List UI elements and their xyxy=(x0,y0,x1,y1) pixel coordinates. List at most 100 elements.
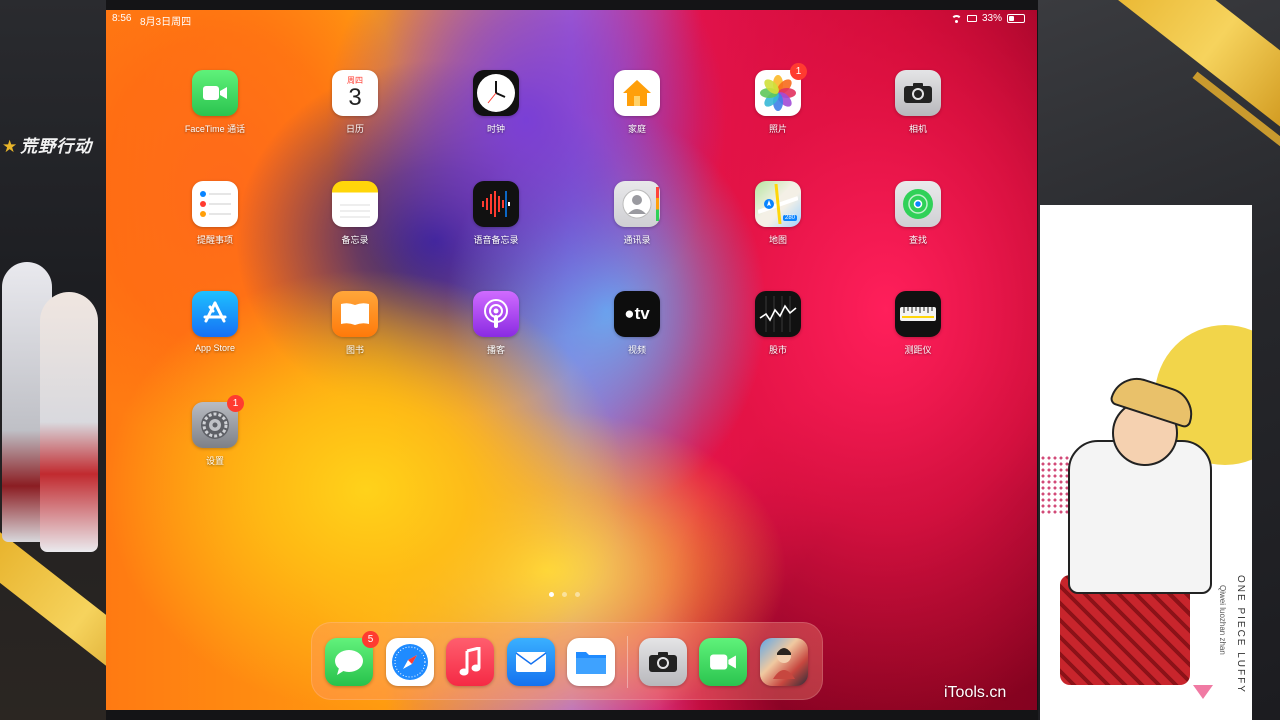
dock-app-music[interactable] xyxy=(446,638,494,686)
app-settings[interactable]: 1 设置 xyxy=(170,395,260,474)
measure-icon xyxy=(895,291,941,337)
overlay-left-panel: ★ 荒野行动 xyxy=(0,0,106,720)
battery-percent: 33% xyxy=(981,13,1002,24)
battery-level xyxy=(1009,16,1014,21)
dock-app-mail[interactable] xyxy=(507,638,555,686)
app-label: 设置 xyxy=(205,456,224,466)
status-time: 8:56 xyxy=(112,13,132,24)
app-clock[interactable]: 时钟 xyxy=(451,70,541,142)
app-label: App Store xyxy=(194,343,236,353)
app-calendar[interactable]: 周四 3 日历 xyxy=(310,70,400,142)
dock-app-game[interactable] xyxy=(760,638,808,686)
mail-icon xyxy=(507,638,555,686)
notification-badge: 1 xyxy=(790,63,807,80)
app-label: FaceTime 通话 xyxy=(184,124,246,134)
gold-stripe xyxy=(0,530,106,710)
stocks-icon xyxy=(755,291,801,337)
contacts-tabs xyxy=(656,187,659,221)
app-store-icon xyxy=(192,291,238,337)
luffy-poster: ONE PIECE LUFFY Qiwei luozhan zhan xyxy=(1040,205,1252,720)
status-bar: 8:56 8月3日周四 33% xyxy=(106,10,1037,28)
app-label: 播客 xyxy=(486,345,505,355)
clock-icon xyxy=(473,70,519,116)
game-logo: ★ 荒野行动 xyxy=(2,137,93,156)
watermark: iTools.cn xyxy=(944,684,1007,701)
notification-badge: 5 xyxy=(362,631,379,648)
app-label: 家庭 xyxy=(627,124,646,134)
page-dot[interactable] xyxy=(549,592,554,597)
app-maps[interactable]: 280 地图 xyxy=(733,181,823,253)
poster-subtitle: Qiwei luozhan zhan xyxy=(1218,585,1227,655)
dock-separator xyxy=(627,636,628,688)
app-reminders[interactable]: 提醒事项 xyxy=(170,181,260,253)
contacts-icon xyxy=(614,181,660,227)
reminders-icon xyxy=(192,181,238,227)
app-photos[interactable]: 1 照片 xyxy=(733,63,823,142)
app-contacts[interactable]: 通讯录 xyxy=(592,181,682,253)
app-tv[interactable]: ●tv 视频 xyxy=(592,291,682,363)
app-label: 图书 xyxy=(345,345,364,355)
photos-icon: 1 xyxy=(755,63,807,116)
app-label: 照片 xyxy=(768,124,787,134)
character-figure xyxy=(40,292,98,552)
wifi-icon xyxy=(950,14,962,23)
facetime-icon xyxy=(699,638,747,686)
dock-app-files[interactable] xyxy=(567,638,615,686)
app-notes[interactable]: 备忘录 xyxy=(310,181,400,253)
app-measure[interactable]: 测距仪 xyxy=(873,291,963,363)
app-label: 提醒事项 xyxy=(196,235,233,245)
settings-icon: 1 xyxy=(192,395,244,448)
status-indicators: 33% xyxy=(950,13,1025,24)
app-label: 视频 xyxy=(627,345,646,355)
app-facetime[interactable]: FaceTime 通话 xyxy=(170,70,260,142)
app-podcasts[interactable]: 播客 xyxy=(451,291,541,363)
notification-badge: 1 xyxy=(227,395,244,412)
app-label: 相机 xyxy=(908,124,927,134)
calendar-day: 3 xyxy=(348,83,362,111)
calendar-icon: 周四 3 xyxy=(332,70,378,116)
safari-icon xyxy=(386,638,434,686)
status-date: 8月3日周四 xyxy=(140,17,192,28)
app-label: 日历 xyxy=(345,124,364,134)
app-voice-memos[interactable]: 语音备忘录 xyxy=(451,181,541,253)
highway-sign: 280 xyxy=(782,215,797,221)
game-app-icon xyxy=(760,638,808,686)
camera-icon xyxy=(639,638,687,686)
find-my-icon xyxy=(895,181,941,227)
facetime-icon xyxy=(192,70,238,116)
page-indicator[interactable] xyxy=(549,592,580,597)
page-dot[interactable] xyxy=(575,592,580,597)
app-stocks[interactable]: 股市 xyxy=(733,291,823,363)
notes-icon xyxy=(332,181,378,227)
voice-memos-icon xyxy=(473,181,519,227)
app-label: 备忘录 xyxy=(341,235,369,245)
ipad-screen: 8:56 8月3日周四 33% FaceTime 通话 周四 3 日历 时钟 家… xyxy=(106,10,1037,710)
music-icon xyxy=(446,638,494,686)
dock-app-messages[interactable]: 5 xyxy=(325,631,379,686)
app-find-my[interactable]: 查找 xyxy=(873,181,963,253)
dock-app-camera[interactable] xyxy=(639,638,687,686)
dock-app-safari[interactable] xyxy=(386,638,434,686)
app-label: 查找 xyxy=(908,235,927,245)
pink-triangle xyxy=(1193,685,1213,699)
screen-mirroring-icon xyxy=(966,15,977,22)
tv-glyph: tv xyxy=(634,304,650,323)
dock: 5 xyxy=(311,622,823,700)
app-label: 地图 xyxy=(768,235,787,245)
game-logo-text: 荒野行动 xyxy=(20,137,93,156)
books-icon xyxy=(332,291,378,337)
app-books[interactable]: 图书 xyxy=(310,291,400,363)
podcasts-icon xyxy=(473,291,519,337)
battery-icon xyxy=(1007,14,1025,23)
files-icon xyxy=(567,638,615,686)
app-camera[interactable]: 相机 xyxy=(873,70,963,142)
poster-title: ONE PIECE LUFFY xyxy=(1235,575,1246,694)
app-label: 股市 xyxy=(768,345,787,355)
app-label: 时钟 xyxy=(486,124,505,134)
page-dot[interactable] xyxy=(562,592,567,597)
app-home[interactable]: 家庭 xyxy=(592,70,682,142)
app-app-store[interactable]: App Store xyxy=(170,291,260,363)
camera-icon xyxy=(895,70,941,116)
messages-icon: 5 xyxy=(325,631,379,686)
dock-app-facetime[interactable] xyxy=(699,638,747,686)
